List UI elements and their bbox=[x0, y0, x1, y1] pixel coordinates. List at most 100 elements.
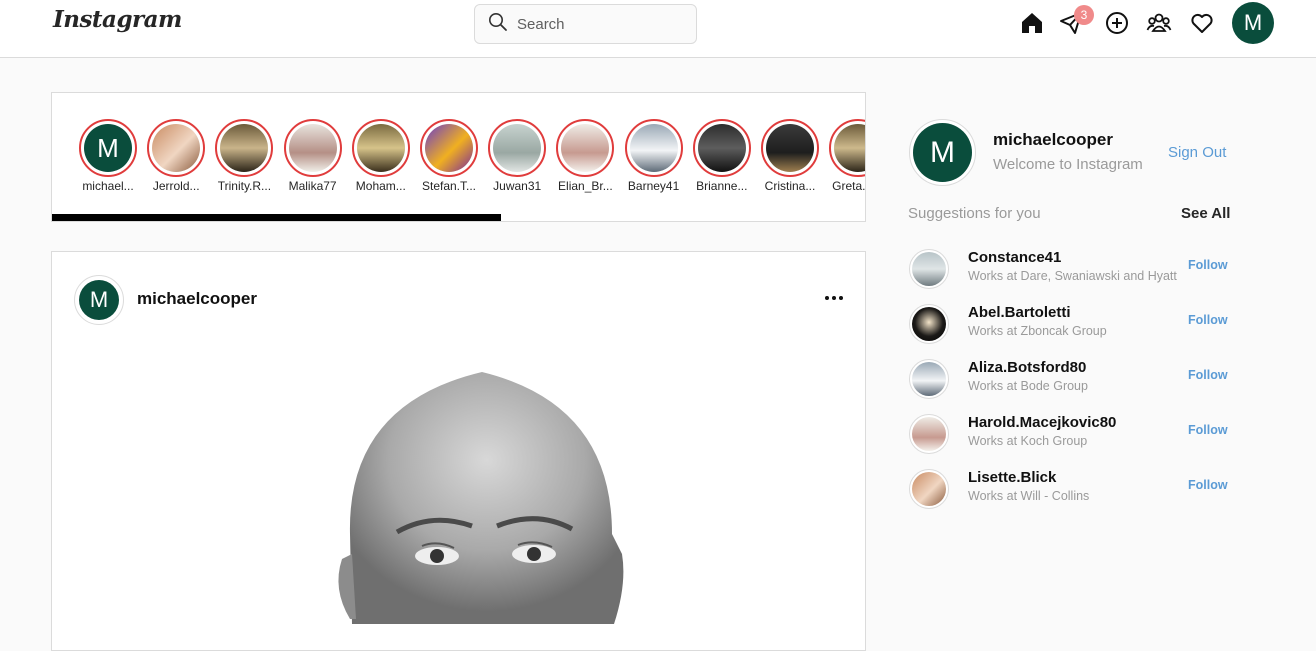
notification-badge: 3 bbox=[1074, 5, 1094, 25]
story-avatar: M bbox=[84, 124, 132, 172]
suggestion-avatar[interactable] bbox=[909, 359, 949, 399]
suggestion-avatar[interactable] bbox=[909, 249, 949, 289]
more-options-icon[interactable] bbox=[822, 288, 846, 308]
instagram-logo[interactable]: Instagram bbox=[53, 6, 182, 33]
welcome-text: Welcome to Instagram bbox=[993, 156, 1143, 173]
story-item[interactable]: Juwan31 bbox=[483, 119, 551, 193]
story-username: Malika77 bbox=[288, 179, 337, 193]
stories-tray: Mmichael... Jerrold... Trinity.R... Malika7… bbox=[51, 92, 866, 222]
suggestion-photo bbox=[912, 252, 946, 286]
suggestion-subtitle: Works at Will - Collins bbox=[968, 489, 1090, 503]
suggestion-avatar[interactable] bbox=[909, 414, 949, 454]
people-icon[interactable] bbox=[1146, 10, 1172, 36]
story-avatar bbox=[220, 124, 269, 172]
story-avatar bbox=[561, 124, 610, 172]
story-item[interactable]: Jerrold... bbox=[142, 119, 210, 193]
story-ring bbox=[420, 119, 478, 177]
story-item[interactable]: Elian_Br... bbox=[551, 119, 619, 193]
profile-avatar[interactable]: M bbox=[1232, 2, 1274, 44]
story-item[interactable]: Barney41 bbox=[620, 119, 688, 193]
suggestion-subtitle: Works at Zboncak Group bbox=[968, 324, 1107, 338]
story-avatar bbox=[356, 124, 405, 172]
suggestion-username[interactable]: Constance41 bbox=[968, 249, 1061, 266]
suggestion-subtitle: Works at Koch Group bbox=[968, 434, 1088, 448]
story-item[interactable]: Moham... bbox=[347, 119, 415, 193]
suggestion-username[interactable]: Harold.Macejkovic80 bbox=[968, 414, 1116, 431]
post-card: M michaelcooper bbox=[51, 251, 866, 651]
story-ring bbox=[351, 119, 410, 177]
add-icon[interactable] bbox=[1104, 10, 1130, 36]
follow-button[interactable]: Follow bbox=[1188, 368, 1228, 382]
suggestion-avatar[interactable] bbox=[909, 469, 949, 509]
story-ring: M bbox=[79, 119, 137, 177]
story-username: Trinity.R... bbox=[217, 179, 272, 193]
post-avatar: M bbox=[79, 280, 119, 320]
story-username: Jerrold... bbox=[152, 179, 200, 193]
sidebar-avatar-ring[interactable]: M bbox=[909, 119, 976, 186]
post-image[interactable] bbox=[322, 364, 642, 624]
suggestions-title: Suggestions for you bbox=[908, 205, 1041, 222]
story-ring bbox=[215, 119, 274, 177]
story-username: Greta.C... bbox=[832, 179, 866, 193]
sidebar-avatar: M bbox=[913, 123, 972, 182]
search-box[interactable] bbox=[474, 4, 697, 44]
suggestion-item: Constance41 Works at Dare, Swaniawski and… bbox=[909, 249, 1234, 291]
suggestion-username[interactable]: Aliza.Botsford80 bbox=[968, 359, 1086, 376]
story-username: Elian_Br... bbox=[558, 179, 613, 193]
post-avatar-ring[interactable]: M bbox=[74, 275, 124, 325]
story-ring bbox=[488, 119, 547, 177]
suggestion-photo bbox=[912, 307, 946, 341]
home-icon[interactable] bbox=[1019, 10, 1045, 36]
suggestion-username[interactable]: Lisette.Blick bbox=[968, 469, 1056, 486]
story-item[interactable]: Mmichael... bbox=[74, 119, 142, 193]
story-item[interactable]: Trinity.R... bbox=[210, 119, 278, 193]
story-username: Juwan31 bbox=[493, 179, 542, 193]
story-ring bbox=[624, 119, 683, 177]
suggestion-photo bbox=[912, 472, 946, 506]
follow-button[interactable]: Follow bbox=[1188, 313, 1228, 327]
story-username: Stefan.T... bbox=[421, 179, 477, 193]
story-ring bbox=[692, 119, 751, 177]
story-avatar bbox=[697, 124, 746, 172]
story-avatar bbox=[766, 124, 814, 172]
suggestion-item: Lisette.Blick Works at Will - Collins Foll… bbox=[909, 469, 1234, 511]
search-input[interactable] bbox=[517, 15, 687, 33]
story-ring bbox=[556, 119, 615, 177]
sidebar-username[interactable]: michaelcooper bbox=[993, 130, 1113, 150]
story-username: Brianne... bbox=[696, 179, 748, 193]
story-ring bbox=[147, 119, 206, 177]
story-avatar bbox=[629, 124, 678, 172]
story-item[interactable]: Stefan.T... bbox=[415, 119, 483, 193]
story-item[interactable]: Malika77 bbox=[279, 119, 347, 193]
story-avatar bbox=[425, 124, 473, 172]
suggestion-photo bbox=[912, 362, 946, 396]
suggestion-item: Harold.Macejkovic80 Works at Koch Group Fo… bbox=[909, 414, 1234, 456]
post-username[interactable]: michaelcooper bbox=[137, 289, 257, 309]
stories-scrollbar[interactable] bbox=[52, 214, 501, 221]
story-item[interactable]: Cristina... bbox=[756, 119, 824, 193]
see-all-link[interactable]: See All bbox=[1181, 205, 1230, 222]
story-item[interactable]: Greta.C... bbox=[824, 119, 866, 193]
story-avatar bbox=[493, 124, 542, 172]
suggestion-avatar[interactable] bbox=[909, 304, 949, 344]
follow-button[interactable]: Follow bbox=[1188, 258, 1228, 272]
story-username: Cristina... bbox=[764, 179, 816, 193]
story-avatar bbox=[152, 124, 201, 172]
suggestion-photo bbox=[912, 417, 946, 451]
heart-icon[interactable] bbox=[1189, 10, 1215, 36]
story-username: michael... bbox=[82, 179, 134, 193]
story-avatar bbox=[834, 124, 865, 172]
suggestion-subtitle: Works at Bode Group bbox=[968, 379, 1088, 393]
sign-out-link[interactable]: Sign Out bbox=[1168, 144, 1226, 161]
suggestion-username[interactable]: Abel.Bartoletti bbox=[968, 304, 1071, 321]
follow-button[interactable]: Follow bbox=[1188, 478, 1228, 492]
story-username: Barney41 bbox=[627, 179, 680, 193]
story-avatar bbox=[288, 124, 337, 172]
story-ring bbox=[761, 119, 819, 177]
story-item[interactable]: Brianne... bbox=[688, 119, 756, 193]
story-ring bbox=[283, 119, 342, 177]
follow-button[interactable]: Follow bbox=[1188, 423, 1228, 437]
suggestion-item: Abel.Bartoletti Works at Zboncak Group Fol… bbox=[909, 304, 1234, 346]
suggestion-item: Aliza.Botsford80 Works at Bode Group Follo… bbox=[909, 359, 1234, 401]
search-icon bbox=[488, 12, 508, 37]
